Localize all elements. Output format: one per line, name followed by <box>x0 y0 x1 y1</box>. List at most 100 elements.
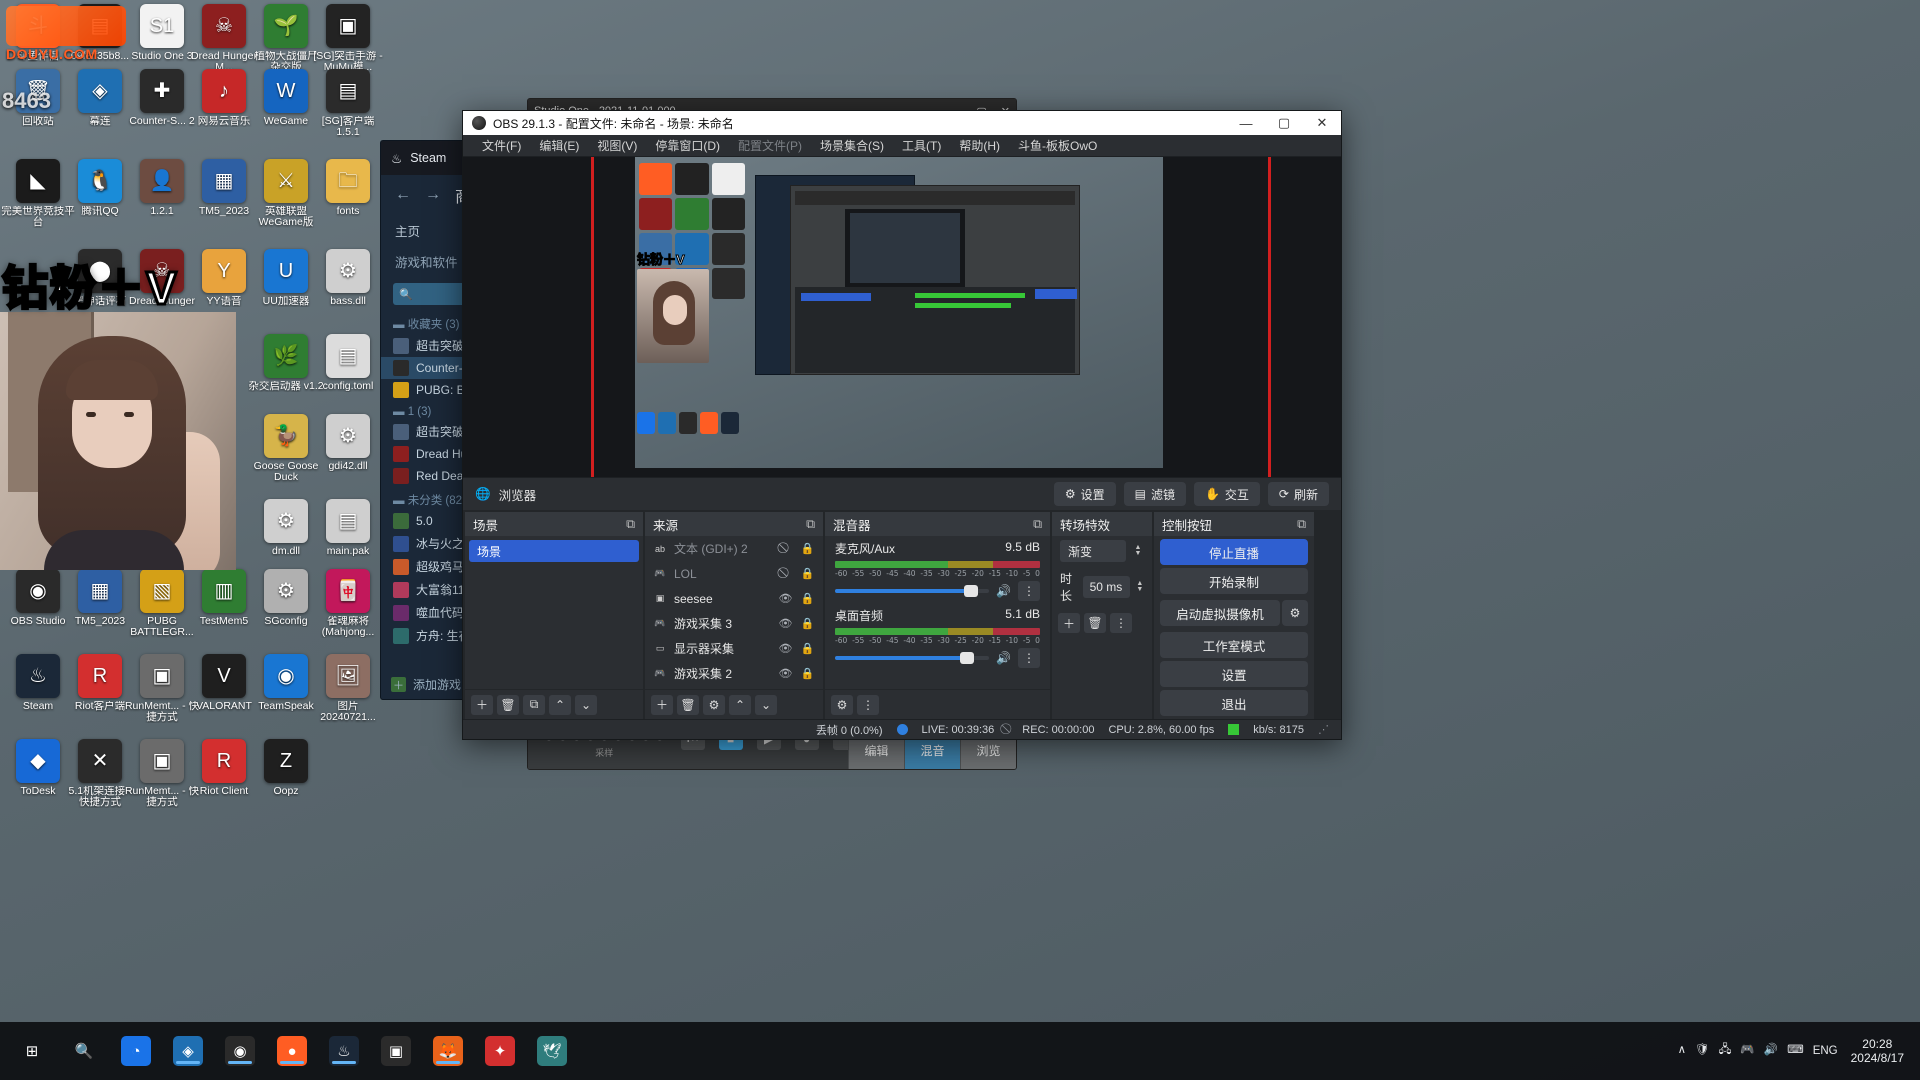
steam-add-game-button[interactable]: ＋ 添加游戏 <box>391 676 461 693</box>
tray-icon[interactable]: 🖧 <box>1719 1042 1732 1061</box>
taskbar-diamond-app-button[interactable]: ◈ <box>162 1036 214 1066</box>
lock-icon[interactable]: 🔒 <box>800 567 815 580</box>
sources-dock-footer[interactable]: ＋ 🗑 ⚙ ⌃ ⌄ <box>645 689 823 720</box>
float-icon[interactable]: ⧉ <box>1297 517 1306 532</box>
desktop-icon[interactable]: ▤ [SG]客户端 1.5.1 <box>310 69 386 138</box>
source-row[interactable]: ▭ 显示器采集 👁 🔒 <box>645 636 823 661</box>
scenes-toolbar-button[interactable]: ⧉ <box>523 694 545 715</box>
eye-icon[interactable]: 👁 <box>778 592 793 605</box>
eye-icon[interactable]: 👁 <box>778 617 793 630</box>
transitions-toolbar-button[interactable]: 🗑 <box>1084 613 1106 634</box>
preview-canvas[interactable]: 钻粉＋V <box>635 157 1163 469</box>
browser-dock-toolbar[interactable]: 🌐 浏览器 ⚙ 设置 ▤ 滤镜 ✋ 交互 ⟳ 刷新 <box>463 477 1341 511</box>
scenes-toolbar-button[interactable]: ⌄ <box>575 694 597 715</box>
close-icon[interactable]: ✕ <box>1303 111 1341 135</box>
taskbar-terminal-button[interactable]: ▣ <box>370 1036 422 1066</box>
float-icon[interactable]: ⧉ <box>806 517 815 532</box>
mixer-track-menu-button[interactable]: ⋮ <box>1018 648 1040 669</box>
menu-item[interactable]: 视图(V) <box>588 134 646 157</box>
maximize-icon[interactable]: ▢ <box>1265 111 1303 135</box>
desktop-icon[interactable]: 🗀 fonts <box>310 159 386 217</box>
sources-toolbar-button[interactable]: 🗑 <box>677 694 699 715</box>
resize-grip-icon[interactable]: ⋰ <box>1318 723 1329 736</box>
transitions-toolbar-button[interactable]: ＋ <box>1058 613 1080 634</box>
obs-menubar[interactable]: 文件(F) 编辑(E) 视图(V) 停靠窗口(D) 配置文件(P) 场景集合(S) 工具(T… <box>463 134 1341 158</box>
browser-设置-button[interactable]: ⚙ 设置 <box>1053 482 1116 507</box>
eye-off-icon[interactable]: ⃠ <box>778 567 793 580</box>
source-row[interactable]: ▣ seesee 👁 🔒 <box>645 586 823 611</box>
minimize-icon[interactable]: — <box>1227 111 1265 135</box>
control-button[interactable]: 设置 <box>1160 661 1308 688</box>
tray-icons[interactable]: ∧ 🛡 🖧 🎮 🔊 ⌨ <box>1678 1042 1804 1061</box>
taskbar-obs-button[interactable]: ◉ <box>214 1036 266 1066</box>
desktop-icon[interactable]: ⚙ bass.dll <box>310 249 386 307</box>
gear-icon[interactable]: ⚙ <box>1282 600 1308 627</box>
menu-item[interactable]: 工具(T) <box>893 134 950 157</box>
speaker-icon[interactable]: 🔊 <box>996 651 1011 665</box>
menu-item[interactable]: 帮助(H) <box>950 134 1009 157</box>
mixer-dock[interactable]: 混音器 ⧉ 麦克风/Aux 9.5 dB -60 -55 -50 -45 -40 -35 -30… <box>825 512 1050 720</box>
volume-slider[interactable] <box>835 585 990 598</box>
desktop-icon[interactable]: ▣ [SG]突击手游 -MuMu模... <box>310 4 386 73</box>
steam-back-button[interactable]: ← <box>395 186 411 204</box>
control-button[interactable]: 启动虚拟摄像机 <box>1160 600 1280 627</box>
scenes-dock[interactable]: 场景 ⧉ 场景 ＋ 🗑 ⧉ ⌃ ⌄ <box>465 512 643 720</box>
transition-duration-input[interactable]: 50 ms <box>1082 576 1130 599</box>
menu-item[interactable]: 斗鱼-板板OwO <box>1009 134 1106 157</box>
source-row[interactable]: ab 文本 (GDI+) 2⃠ 🔒 <box>645 536 823 561</box>
menu-item[interactable]: 文件(F) <box>473 134 530 157</box>
clock[interactable]: 20:28 2024/8/17 <box>1847 1037 1904 1065</box>
mixer-track[interactable]: 麦克风/Aux 9.5 dB -60 -55 -50 -45 -40 -35 -30 -25 -20… <box>825 536 1050 603</box>
desktop-icon[interactable]: 🀄 雀魂麻将(Mahjong... <box>310 569 386 638</box>
desktop-icon[interactable]: ▤ config.toml <box>310 334 386 392</box>
browser-滤镜-button[interactable]: ▤ 滤镜 <box>1123 482 1186 507</box>
obs-window-buttons[interactable]: — ▢ ✕ <box>1227 111 1341 135</box>
scenes-toolbar-button[interactable]: ⌃ <box>549 694 571 715</box>
mixer-dock-footer[interactable]: ⚙ ⋮ <box>825 689 1050 720</box>
sources-toolbar-button[interactable]: ⌃ <box>729 694 751 715</box>
transitions-dock[interactable]: 转场特效 渐变 ▲ ▼ 时长 50 ms ▲ ▼ ＋ 🗑 ⋮ <box>1052 512 1152 720</box>
control-button[interactable]: 开始录制 <box>1160 568 1308 595</box>
mixer-tracks[interactable]: 麦克风/Aux 9.5 dB -60 -55 -50 -45 -40 -35 -30 -25 -20… <box>825 536 1050 690</box>
menu-item[interactable]: 停靠窗口(D) <box>646 134 729 157</box>
desktop-icon[interactable]: Z Oopz <box>248 739 324 797</box>
tray-icon[interactable]: 🎮 <box>1740 1042 1754 1061</box>
sources-list[interactable]: ab文本 (GDI+) 2⃠🔒🎮LOL⃠🔒▣seesee👁🔒🎮游戏采集 3👁🔒▭… <box>645 536 823 690</box>
scenes-dock-footer[interactable]: ＋ 🗑 ⧉ ⌃ ⌄ <box>465 689 643 720</box>
mixer-toolbar-button[interactable]: ⚙ <box>831 694 853 715</box>
taskbar-search-button[interactable]: 🔍 <box>58 1036 110 1066</box>
source-row[interactable]: 🎮 游戏采集 3 👁 🔒 <box>645 611 823 636</box>
taskbar-start-button[interactable]: ⊞ <box>6 1036 58 1066</box>
lock-icon[interactable]: 🔒 <box>800 642 815 655</box>
source-row[interactable]: 🎮 游戏采集 2 👁 🔒 <box>645 661 823 686</box>
transition-duration-spinner[interactable]: ▲ ▼ <box>1136 580 1144 593</box>
controls-dock[interactable]: 控制按钮 ⧉ 停止直播 开始录制 启动虚拟摄像机 ⚙ 工作室模式 设置 退出 <box>1154 512 1314 720</box>
steam-forward-button[interactable]: → <box>425 186 441 204</box>
menu-item[interactable]: 编辑(E) <box>530 134 588 157</box>
tray-icon[interactable]: ⌨ <box>1787 1042 1804 1061</box>
mixer-track[interactable]: 桌面音频 5.1 dB -60 -55 -50 -45 -40 -35 -30 -25 -20 -15… <box>825 603 1050 670</box>
lock-icon[interactable]: 🔒 <box>800 667 815 680</box>
taskbar-edge-button[interactable]: ◔ <box>110 1036 162 1066</box>
transition-type-select[interactable]: 渐变 <box>1060 540 1126 563</box>
sources-toolbar-button[interactable]: ＋ <box>651 694 673 715</box>
scene-item[interactable]: 场景 <box>469 540 639 563</box>
transitions-footer[interactable]: ＋ 🗑 ⋮ <box>1052 608 1152 638</box>
taskbar-steam-button[interactable]: ♨ <box>318 1036 370 1066</box>
transitions-toolbar-button[interactable]: ⋮ <box>1110 613 1132 634</box>
speaker-icon[interactable]: 🔊 <box>996 584 1011 598</box>
transition-duration-row[interactable]: 时长 50 ms ▲ ▼ <box>1052 566 1152 608</box>
transitions-body[interactable]: 渐变 ▲ ▼ 时长 50 ms ▲ ▼ ＋ 🗑 ⋮ <box>1052 536 1152 720</box>
control-button[interactable]: 工作室模式 <box>1160 632 1308 659</box>
taskbar-bird-app-button[interactable]: 🕊 <box>526 1036 578 1066</box>
taskbar-valorant-button[interactable]: ✦ <box>474 1036 526 1066</box>
tray-icon[interactable]: 🛡 <box>1695 1042 1710 1061</box>
desktop-icon[interactable]: 🖼 图片 20240721... <box>310 654 386 723</box>
sources-toolbar-button[interactable]: ⚙ <box>703 694 725 715</box>
mixer-track-menu-button[interactable]: ⋮ <box>1018 581 1040 602</box>
language-indicator[interactable]: ENG <box>1813 1045 1838 1057</box>
mixer-toolbar-button[interactable]: ⋮ <box>857 694 879 715</box>
sources-toolbar-button[interactable]: ⌄ <box>755 694 777 715</box>
scenes-toolbar-button[interactable]: 🗑 <box>497 694 519 715</box>
eye-off-icon[interactable]: ⃠ <box>778 542 793 555</box>
